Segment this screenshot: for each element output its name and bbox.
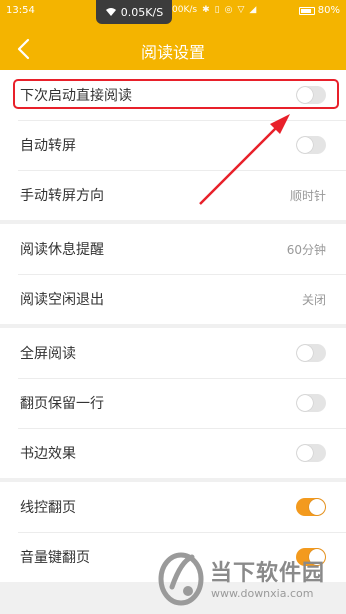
signal-icon: ◢ — [249, 5, 257, 15]
battery-indicator: 80% — [298, 5, 340, 16]
watermark: 当下软件园 www.downxia.com — [156, 545, 346, 614]
alarm-icon: ◎ — [224, 5, 233, 15]
network-speed: 0.05K/S — [120, 5, 164, 19]
setting-label: 手动转屏方向 — [20, 188, 104, 204]
toggle-knob — [309, 499, 325, 515]
status-time: 13:54 — [6, 5, 35, 16]
setting-value: 60分钟 — [286, 243, 326, 257]
setting-row-book-edge[interactable]: 书边效果 — [0, 428, 346, 478]
vibrate-icon: ▯ — [214, 5, 220, 15]
setting-label: 音量键翻页 — [20, 550, 90, 566]
setting-row-fullscreen[interactable]: 全屏阅读 — [0, 328, 346, 378]
battery-icon — [298, 6, 315, 15]
setting-row-direct-read[interactable]: 下次启动直接阅读 — [0, 70, 346, 120]
setting-row-keep-line[interactable]: 翻页保留一行 — [0, 378, 346, 428]
setting-row-idle-exit[interactable]: 阅读空闲退出 关闭 — [0, 274, 346, 324]
setting-row-auto-rotate[interactable]: 自动转屏 — [0, 120, 346, 170]
setting-value: 关闭 — [301, 293, 326, 307]
setting-label: 书边效果 — [20, 446, 76, 462]
speed-readout: 00K/s — [172, 5, 198, 15]
setting-label: 翻页保留一行 — [20, 396, 104, 412]
setting-row-rest-reminder[interactable]: 阅读休息提醒 60分钟 — [0, 224, 346, 274]
settings-group-display: 全屏阅读 翻页保留一行 书边效果 — [0, 328, 346, 478]
top-app-bar: 阅读设置 — [0, 26, 346, 72]
toggle-knob — [297, 87, 313, 103]
setting-label: 阅读休息提醒 — [20, 242, 104, 258]
setting-label: 全屏阅读 — [20, 346, 76, 362]
settings-group-rest: 阅读休息提醒 60分钟 阅读空闲退出 关闭 — [0, 224, 346, 324]
fullscreen-toggle[interactable] — [296, 344, 326, 362]
setting-label: 自动转屏 — [20, 138, 76, 154]
setting-row-wire-turn[interactable]: 线控翻页 — [0, 482, 346, 532]
watermark-logo-icon — [158, 552, 204, 606]
page-title: 阅读设置 — [140, 43, 205, 62]
battery-percent: 80% — [317, 5, 340, 16]
auto-rotate-toggle[interactable] — [296, 136, 326, 154]
wifi-icon — [105, 8, 116, 16]
watermark-text: 当下软件园 — [210, 561, 326, 586]
book-edge-toggle[interactable] — [296, 444, 326, 462]
toggle-knob — [297, 395, 313, 411]
toggle-knob — [297, 345, 313, 361]
wire-turn-toggle[interactable] — [296, 498, 326, 516]
status-icons: 00K/s ✱ ▯ ◎ ▽ ◢ — [172, 5, 256, 15]
direct-read-toggle[interactable] — [296, 86, 326, 104]
setting-value: 顺时针 — [289, 189, 326, 203]
toggle-knob — [297, 445, 313, 461]
network-speed-pill: 0.05K/S — [96, 0, 172, 24]
setting-label: 线控翻页 — [20, 500, 76, 516]
watermark-url: www.downxia.com — [211, 587, 314, 600]
bluetooth-icon: ✱ — [202, 5, 210, 15]
setting-label: 下次启动直接阅读 — [20, 88, 132, 104]
setting-label: 阅读空闲退出 — [20, 292, 104, 308]
settings-group-startup: 下次启动直接阅读 自动转屏 手动转屏方向 顺时针 — [0, 70, 346, 220]
keep-line-toggle[interactable] — [296, 394, 326, 412]
setting-row-manual-rotate[interactable]: 手动转屏方向 顺时针 — [0, 170, 346, 220]
toggle-knob — [297, 137, 313, 153]
wifi-status-icon: ▽ — [237, 5, 245, 15]
status-bar: 13:54 0.05K/S 00K/s ✱ ▯ ◎ ▽ ◢ 80% — [0, 0, 346, 26]
